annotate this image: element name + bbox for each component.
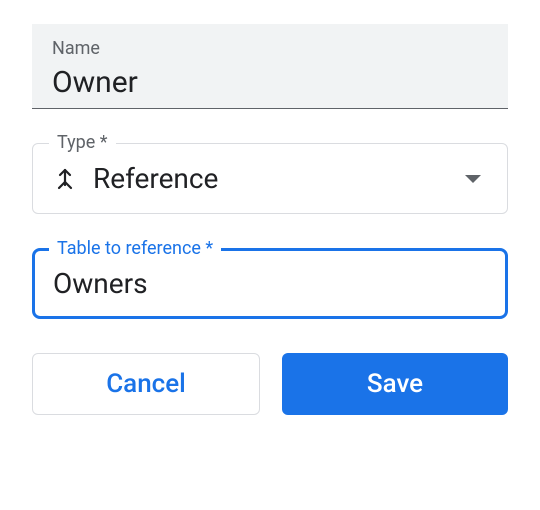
name-value: Owner	[52, 65, 488, 100]
table-reference-label: Table to reference *	[49, 238, 221, 259]
chevron-down-icon	[465, 175, 481, 183]
merge-icon	[53, 167, 77, 191]
name-field[interactable]: Name Owner	[32, 24, 508, 109]
table-reference-field[interactable]: Table to reference * Owners	[32, 248, 508, 319]
table-reference-value: Owners	[53, 267, 487, 300]
type-label: Type *	[49, 132, 116, 153]
cancel-button[interactable]: Cancel	[32, 353, 260, 415]
button-row: Cancel Save	[32, 353, 508, 415]
name-label: Name	[52, 38, 488, 59]
type-field[interactable]: Type * Reference	[32, 143, 508, 214]
save-button[interactable]: Save	[282, 353, 508, 415]
type-value: Reference	[93, 162, 449, 195]
